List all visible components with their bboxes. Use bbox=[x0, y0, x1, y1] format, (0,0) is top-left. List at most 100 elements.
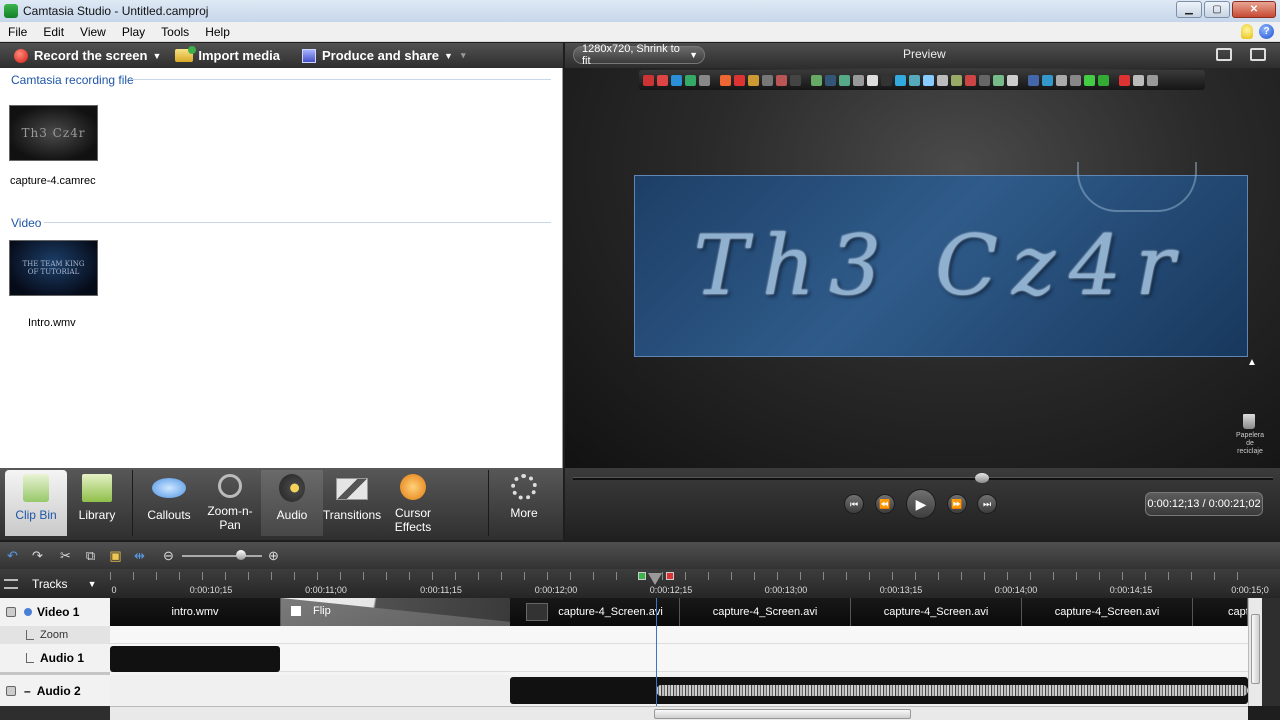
redo-icon[interactable]: ↷ bbox=[30, 548, 45, 563]
lightbulb-icon[interactable] bbox=[1241, 24, 1253, 39]
track-header-video-1[interactable]: Video 1 bbox=[0, 598, 110, 626]
track-name: Audio 2 bbox=[36, 683, 81, 698]
thumbnail-text: THE TEAM KING bbox=[22, 260, 85, 268]
lock-icon[interactable] bbox=[6, 607, 16, 617]
tracks-menu[interactable]: Tracks ▼ bbox=[4, 575, 108, 592]
ruler-label: 0:00:13;00 bbox=[764, 585, 808, 595]
fullscreen-icon[interactable] bbox=[1216, 48, 1232, 61]
chevron-down-icon: ▼ bbox=[152, 50, 162, 61]
task-tabs: Clip Bin Library Callouts Zoom-n-Pan Aud… bbox=[0, 468, 563, 540]
track-header-audio-1[interactable]: Audio 1 bbox=[0, 644, 110, 672]
tab-label: Transitions bbox=[322, 508, 382, 522]
timeline-zoom-handle[interactable] bbox=[236, 550, 246, 560]
clip-intro[interactable]: intro.wmv bbox=[110, 598, 281, 626]
minimize-button[interactable]: ▁ bbox=[1176, 1, 1202, 18]
timeline-ruler[interactable]: Tracks ▼ 0 0:00:10;15 0:00:11;00 0:00:11… bbox=[0, 569, 1280, 598]
record-screen-button[interactable]: Record the screen ▼ bbox=[14, 48, 161, 63]
playhead-line bbox=[656, 598, 657, 706]
preview-canvas[interactable]: Th3 Cz4r ▲ Papelera de reciclaje bbox=[565, 68, 1280, 468]
vertical-scroll-thumb[interactable] bbox=[1251, 614, 1260, 684]
menu-play[interactable]: Play bbox=[114, 25, 153, 39]
menu-view[interactable]: View bbox=[72, 25, 114, 39]
zoom-in-icon[interactable]: ⊕ bbox=[266, 548, 281, 563]
clip-capture-3[interactable]: capture-4_Screen.avi bbox=[851, 598, 1022, 626]
menu-help[interactable]: Help bbox=[197, 25, 238, 39]
preview-scrub-bar[interactable] bbox=[573, 477, 1273, 480]
split-icon[interactable]: ⇹ bbox=[132, 548, 147, 563]
clip-capture-4[interactable]: capture-4_Screen.avi bbox=[1022, 598, 1193, 626]
zoom-out-icon[interactable]: ⊖ bbox=[161, 548, 176, 563]
tab-cursor-effects[interactable]: Cursor Effects bbox=[382, 470, 444, 536]
transition-icon bbox=[291, 606, 301, 616]
clip-thumbnail-capture[interactable]: Th3 Cz4r bbox=[9, 105, 98, 161]
lane-zoom[interactable] bbox=[110, 626, 1248, 644]
tab-more[interactable]: More bbox=[493, 470, 555, 536]
tab-audio[interactable]: Audio bbox=[261, 470, 323, 536]
timeline-horizontal-scrollbar[interactable] bbox=[110, 706, 1248, 720]
ruler-label: 0:00:12;15 bbox=[649, 585, 693, 595]
tree-line-icon bbox=[26, 630, 34, 640]
lane-audio-1[interactable] bbox=[110, 644, 1248, 672]
track-name: Zoom bbox=[40, 629, 69, 641]
close-button[interactable]: ✕ bbox=[1232, 1, 1276, 18]
section-divider bbox=[130, 79, 551, 80]
timeline-zoom-slider[interactable] bbox=[182, 555, 262, 557]
horizontal-scroll-thumb[interactable] bbox=[654, 709, 911, 719]
thumbnail-text: Th3 Cz4r bbox=[21, 126, 86, 140]
play-button[interactable]: ▶ bbox=[906, 489, 936, 519]
preview-size-dropdown[interactable]: 1280x720, Shrink to fit ▼ bbox=[573, 43, 705, 67]
tab-transitions[interactable]: Transitions bbox=[321, 470, 383, 536]
menu-right-icons: ? bbox=[1241, 24, 1274, 39]
transition-flip[interactable]: Flip bbox=[281, 598, 510, 626]
tab-separator bbox=[488, 470, 489, 536]
transitions-icon bbox=[336, 478, 368, 500]
chevron-down-icon: ▼ bbox=[87, 578, 97, 589]
copy-icon[interactable]: ⧉ bbox=[83, 548, 98, 563]
jump-to-end-button[interactable]: ⏭ bbox=[977, 494, 997, 514]
tab-label: More bbox=[510, 506, 538, 520]
produce-share-button[interactable]: Produce and share ▼ ▾ bbox=[301, 48, 466, 63]
help-icon[interactable]: ? bbox=[1259, 24, 1274, 39]
menu-file[interactable]: File bbox=[0, 25, 35, 39]
clip-thumbnail-intro[interactable]: THE TEAM KING OF TUTORIAL bbox=[9, 240, 98, 296]
clip-thumbnail-icon bbox=[526, 603, 549, 621]
paste-icon[interactable]: ▣ bbox=[108, 548, 123, 563]
cut-icon[interactable]: ✂ bbox=[58, 548, 73, 563]
fast-forward-button[interactable]: ⏩ bbox=[947, 494, 967, 514]
timecode-display: 0:00:12;13 / 0:00:21;02 bbox=[1145, 492, 1263, 516]
tab-callouts[interactable]: Callouts bbox=[138, 470, 200, 536]
menu-edit[interactable]: Edit bbox=[35, 25, 72, 39]
undo-icon[interactable]: ↶ bbox=[5, 548, 20, 563]
audio-clip-intro[interactable] bbox=[110, 646, 280, 672]
clip-capture-1[interactable]: capture-4_Screen.avi bbox=[510, 598, 680, 626]
selection-end-marker[interactable] bbox=[666, 572, 674, 580]
produce-share-label: Produce and share bbox=[321, 48, 440, 63]
rewind-button[interactable]: ⏪ bbox=[875, 494, 895, 514]
tab-library[interactable]: Library bbox=[66, 470, 128, 536]
clip-label-intro: Intro.wmv bbox=[28, 317, 76, 329]
lock-icon[interactable] bbox=[6, 685, 16, 696]
audio-clip-capture[interactable] bbox=[510, 677, 1248, 704]
collapse-icon[interactable]: – bbox=[24, 684, 31, 698]
detach-preview-icon[interactable] bbox=[1250, 48, 1266, 61]
toolbar-overflow-icon[interactable]: ▾ bbox=[461, 50, 466, 61]
track-header-audio-2[interactable]: – Audio 2 bbox=[0, 675, 110, 706]
menu-tools[interactable]: Tools bbox=[153, 25, 197, 39]
timeline-vertical-scrollbar[interactable] bbox=[1248, 598, 1262, 706]
tab-zoom-n-pan[interactable]: Zoom-n-Pan bbox=[199, 470, 261, 536]
maximize-button[interactable]: ▢ bbox=[1204, 1, 1230, 18]
import-media-button[interactable]: Import media bbox=[175, 46, 280, 63]
chevron-down-icon: ▼ bbox=[689, 50, 698, 60]
expand-icon[interactable] bbox=[24, 608, 32, 616]
recorded-desktop-toolbar bbox=[639, 70, 1205, 90]
scrub-handle[interactable] bbox=[975, 473, 989, 483]
track-header-zoom[interactable]: Zoom bbox=[0, 626, 110, 644]
clip-label-capture: capture-4.camrec bbox=[10, 175, 96, 187]
jump-to-start-button[interactable]: ⏮ bbox=[844, 494, 864, 514]
clip-capture-2[interactable]: capture-4_Screen.avi bbox=[680, 598, 851, 626]
tracks-icon bbox=[4, 578, 18, 589]
selection-start-marker[interactable] bbox=[638, 572, 646, 580]
tab-clip-bin[interactable]: Clip Bin bbox=[5, 470, 67, 536]
timeline-lanes[interactable]: intro.wmv Flip capture-4_Screen.avi capt… bbox=[110, 598, 1248, 706]
clip-capture-5[interactable]: capt bbox=[1193, 598, 1248, 626]
